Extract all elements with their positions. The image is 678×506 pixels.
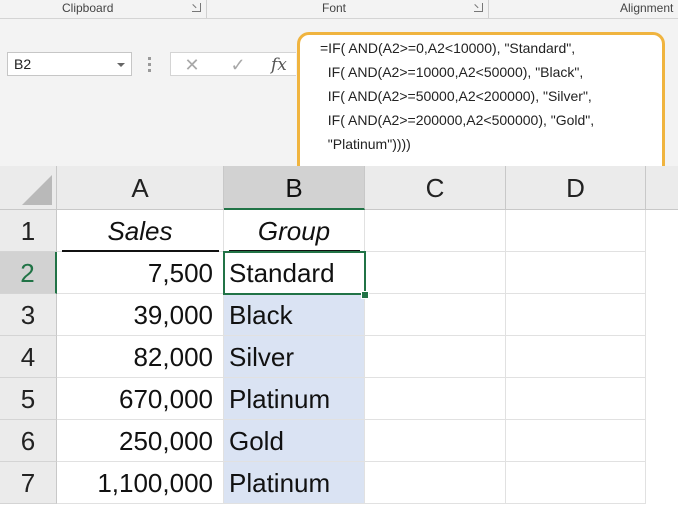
column-header-b[interactable]: B [224,166,365,210]
name-box[interactable]: B2 [7,52,132,76]
select-all-corner[interactable] [0,166,57,210]
cell-d6[interactable] [506,420,646,462]
formula-bar-area: B2 ✕ ✓ fx =IF( AND(A2>=0,A2<10000), "Sta… [0,19,678,181]
clipboard-launcher-icon[interactable] [192,3,201,12]
cell-a3[interactable]: 39,000 [57,294,224,336]
cell-d7[interactable] [506,462,646,504]
row-header-3[interactable]: 3 [0,294,57,336]
ribbon-divider [488,0,489,18]
column-header-a[interactable]: A [57,166,224,210]
font-launcher-icon[interactable] [474,3,483,12]
formula-line: IF( AND(A2>=10000,A2<50000), "Black", [320,64,584,80]
row-header-7[interactable]: 7 [0,462,57,504]
cell-c5[interactable] [365,378,506,420]
row-header-5[interactable]: 5 [0,378,57,420]
ribbon-divider [206,0,207,18]
cell-d4[interactable] [506,336,646,378]
ribbon-group-clipboard: Clipboard [62,1,114,15]
ribbon-group-font: Font [322,1,347,15]
cancel-icon[interactable]: ✕ [177,53,207,77]
cell-c3[interactable] [365,294,506,336]
worksheet-grid: A B C D 1 2 3 4 5 6 7 Sales Group 7,500 … [0,166,678,506]
formula-line: =IF( AND(A2>=0,A2<10000), "Standard", [320,40,576,56]
cell-c2[interactable] [365,252,506,294]
select-all-icon [22,175,52,205]
cell-b6[interactable]: Gold [224,420,365,462]
row-header-2[interactable]: 2 [0,252,57,294]
column-header-e[interactable] [646,166,678,210]
column-header-d[interactable]: D [506,166,646,210]
formula-line: IF( AND(A2>=200000,A2<500000), "Gold", [320,112,595,128]
column-header-c[interactable]: C [365,166,506,210]
cell-c4[interactable] [365,336,506,378]
row-header-1[interactable]: 1 [0,210,57,252]
drag-handle-icon[interactable] [148,57,152,73]
formula-line: IF( AND(A2>=50000,A2<200000), "Silver", [320,88,592,104]
enter-icon[interactable]: ✓ [223,53,253,77]
ribbon: Clipboard Font Alignment [0,0,678,19]
active-cell-border [223,251,366,295]
cell-a2[interactable]: 7,500 [57,252,224,294]
cell-d2[interactable] [506,252,646,294]
cell-a6[interactable]: 250,000 [57,420,224,462]
row-header-4[interactable]: 4 [0,336,57,378]
cell-c6[interactable] [365,420,506,462]
cell-b7[interactable]: Platinum [224,462,365,504]
cell-b4[interactable]: Silver [224,336,365,378]
cell-d5[interactable] [506,378,646,420]
cell-d3[interactable] [506,294,646,336]
ribbon-group-alignment: Alignment [620,1,674,15]
cell-c7[interactable] [365,462,506,504]
chevron-down-icon[interactable] [117,63,125,67]
cell-d1[interactable] [506,210,646,252]
cell-b5[interactable]: Platinum [224,378,365,420]
formula-input[interactable]: =IF( AND(A2>=0,A2<10000), "Standard", IF… [297,32,665,181]
fill-handle[interactable] [361,291,369,299]
row-header-6[interactable]: 6 [0,420,57,462]
cell-a5[interactable]: 670,000 [57,378,224,420]
cell-b1-group-header[interactable]: Group [224,210,365,252]
cell-a4[interactable]: 82,000 [57,336,224,378]
insert-function-icon[interactable]: fx [271,53,287,77]
name-box-value: B2 [14,56,32,72]
cell-b3[interactable]: Black [224,294,365,336]
cell-c1[interactable] [365,210,506,252]
formula-line: "Platinum")))) [320,136,411,152]
formula-buttons: ✕ ✓ fx [170,52,296,76]
cell-a1-sales-header[interactable]: Sales [57,210,224,252]
cell-a7[interactable]: 1,100,000 [57,462,224,504]
